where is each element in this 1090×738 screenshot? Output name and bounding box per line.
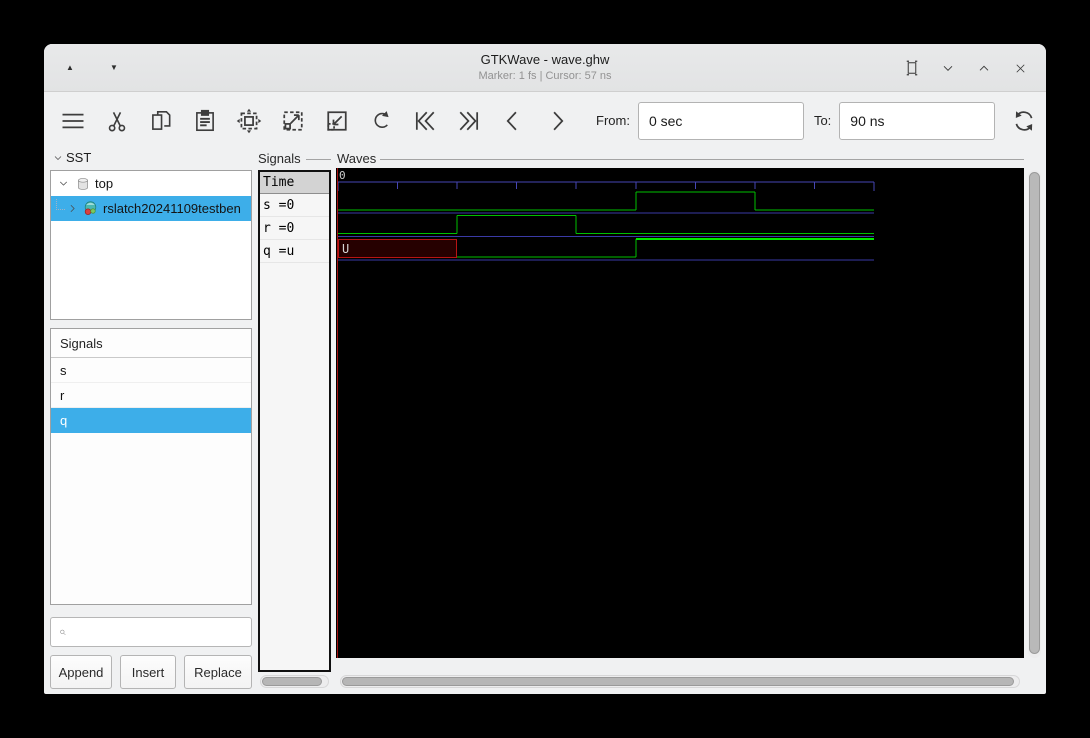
tree-connector bbox=[56, 199, 65, 210]
signals-list-header: Signals bbox=[51, 329, 251, 358]
signal-action-buttons: Append Insert Replace bbox=[50, 655, 252, 689]
wave-name-r[interactable]: r =0 bbox=[260, 217, 329, 240]
search-icon bbox=[60, 629, 66, 635]
chevron-up-icon bbox=[979, 65, 989, 71]
module-icon bbox=[84, 201, 97, 215]
to-label: To: bbox=[813, 113, 832, 128]
signal-item-s[interactable]: s bbox=[51, 358, 251, 383]
chevron-right-icon[interactable] bbox=[66, 202, 79, 215]
tree-item-label: rslatch20241109testben bbox=[103, 201, 241, 216]
undefined-value-label: U bbox=[342, 242, 349, 256]
insert-button[interactable]: Insert bbox=[120, 655, 176, 689]
sst-tree: top rslatch20241109testben bbox=[50, 170, 252, 320]
wave-name-s[interactable]: s =0 bbox=[260, 194, 329, 217]
zoom-in-button[interactable] bbox=[278, 103, 308, 139]
replace-button[interactable]: Replace bbox=[184, 655, 252, 689]
paste-button[interactable] bbox=[190, 103, 220, 139]
go-to-start-button[interactable] bbox=[410, 103, 440, 139]
hamburger-menu-icon bbox=[62, 113, 84, 128]
from-input[interactable] bbox=[637, 101, 804, 140]
prev-edge-button[interactable] bbox=[498, 103, 528, 139]
names-hscrollbar[interactable] bbox=[260, 675, 329, 688]
close-button[interactable] bbox=[1010, 58, 1030, 78]
fullscreen-icon bbox=[906, 60, 918, 76]
from-label: From: bbox=[596, 113, 630, 128]
next-edge-button[interactable] bbox=[542, 103, 572, 139]
reload-button[interactable] bbox=[1007, 103, 1041, 139]
reload-icon bbox=[1015, 110, 1033, 131]
append-button[interactable]: Append bbox=[50, 655, 112, 689]
chevron-left-icon bbox=[506, 111, 517, 130]
scissors-icon bbox=[108, 111, 126, 131]
chevron-down-icon[interactable] bbox=[57, 177, 70, 190]
zoom-in-icon bbox=[283, 110, 303, 131]
marker-cursor-status: Marker: 1 fs | Cursor: 57 ns bbox=[478, 70, 612, 82]
names-frame-label: Signals bbox=[258, 151, 301, 166]
window-title: GTKWave - wave.ghw bbox=[480, 52, 610, 67]
wave-hscrollbar-thumb[interactable] bbox=[342, 677, 1014, 686]
zoom-out-icon bbox=[327, 110, 347, 131]
wave-svg: 0U bbox=[337, 168, 875, 658]
zoom-out-button[interactable] bbox=[322, 103, 352, 139]
copy-icon bbox=[152, 110, 171, 130]
signal-item-r[interactable]: r bbox=[51, 383, 251, 408]
menu-button[interactable] bbox=[58, 103, 88, 139]
titlebar[interactable]: ▲ ▼ GTKWave - wave.ghw Marker: 1 fs | Cu… bbox=[44, 44, 1046, 92]
undefined-region-q bbox=[338, 239, 458, 258]
signal-item-q[interactable]: q bbox=[51, 408, 251, 433]
skip-to-end-icon bbox=[459, 111, 479, 130]
fullscreen-button[interactable] bbox=[902, 58, 922, 78]
wave-hscrollbar[interactable] bbox=[340, 675, 1020, 688]
pane-divider[interactable] bbox=[252, 148, 257, 694]
chevron-down-icon bbox=[54, 155, 62, 160]
titlebar-text: GTKWave - wave.ghw Marker: 1 fs | Cursor… bbox=[44, 52, 1046, 82]
ruler-origin-label: 0 bbox=[339, 169, 346, 182]
wave-vscrollbar-thumb[interactable] bbox=[1029, 172, 1040, 654]
tree-item-label: top bbox=[95, 176, 114, 191]
zoom-fit-button[interactable] bbox=[234, 103, 264, 139]
frame-line bbox=[380, 159, 1024, 160]
minimize-button[interactable] bbox=[938, 58, 958, 78]
go-to-end-button[interactable] bbox=[454, 103, 484, 139]
tree-item-rslatch[interactable]: rslatch20241109testben bbox=[51, 196, 251, 221]
time-header[interactable]: Time bbox=[260, 172, 329, 194]
sst-signals-list: Signals s r q bbox=[50, 328, 252, 605]
chevron-down-icon bbox=[943, 66, 953, 71]
frame-line bbox=[306, 159, 331, 160]
to-input[interactable] bbox=[839, 101, 996, 140]
names-hscrollbar-thumb[interactable] bbox=[262, 677, 322, 686]
cut-button[interactable] bbox=[102, 103, 132, 139]
maximize-button[interactable] bbox=[974, 58, 994, 78]
database-cylinder-icon bbox=[78, 177, 88, 190]
undo-button[interactable] bbox=[366, 103, 396, 139]
signal-names-panel[interactable]: Time s =0 r =0 q =u bbox=[258, 170, 331, 672]
close-icon bbox=[1015, 63, 1025, 73]
waves-frame-label: Waves bbox=[337, 151, 377, 166]
titlebar-right-controls bbox=[902, 44, 1030, 92]
chevron-right-icon bbox=[553, 111, 564, 130]
copy-button[interactable] bbox=[146, 103, 176, 139]
wave-name-q[interactable]: q =u bbox=[260, 240, 329, 263]
zoom-fit-icon bbox=[236, 108, 262, 133]
skip-to-start-icon bbox=[415, 111, 435, 130]
sst-section-header[interactable]: SST bbox=[52, 150, 91, 165]
gtkwave-window: ▲ ▼ GTKWave - wave.ghw Marker: 1 fs | Cu… bbox=[44, 44, 1046, 694]
tree-item-top[interactable]: top bbox=[51, 171, 251, 196]
clipboard-paste-icon bbox=[196, 109, 214, 131]
signal-search-box[interactable] bbox=[50, 617, 252, 647]
sst-header-label: SST bbox=[66, 150, 92, 165]
search-input[interactable] bbox=[67, 618, 251, 646]
undo-arrow-icon bbox=[374, 110, 389, 128]
wave-canvas[interactable]: 0U bbox=[336, 168, 1024, 658]
toolbar: From: To: bbox=[44, 93, 1046, 148]
wave-vscrollbar[interactable] bbox=[1028, 170, 1041, 658]
